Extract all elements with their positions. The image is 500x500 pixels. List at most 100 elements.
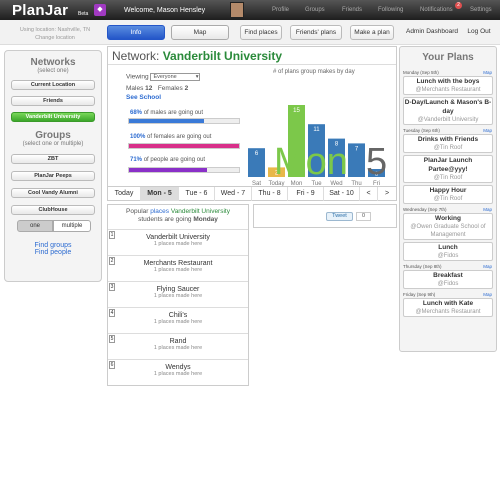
group-zbt[interactable]: ZBT [11,154,95,164]
nav-groups[interactable]: Groups [305,7,325,13]
logout-link[interactable]: Log Out [463,25,495,40]
app-logo[interactable]: PlanJar [12,2,68,19]
place-count: 1 places made here [153,319,203,325]
list-item[interactable]: 5 Rand 1 places made here [108,333,248,359]
nav-friends[interactable]: Friends [342,7,362,13]
plan-day-header: Wednesday (Sep 7th) Map [403,206,492,213]
map-link[interactable]: Map [483,206,492,213]
group-planjar-peeps[interactable]: PlanJar Peeps [11,171,95,181]
viewing-label: Viewing [126,73,149,81]
see-school-link[interactable]: See School [126,94,161,101]
list-item[interactable]: 6 Wendys 1 places made here [108,359,248,385]
popular-header: Popular places Vanderbilt University stu… [126,208,230,223]
day-selector: Today Mon - 5 Tue - 6 Wed - 7 Thu - 8 Fr… [108,186,396,201]
plan-card[interactable]: Lunch with Kate @Merchants Restaurant [403,298,493,317]
day-today[interactable]: Today [108,187,141,201]
your-plans-title: Your Plans [422,52,474,63]
chart-title: # of plans group makes by day [273,69,355,75]
group-clubhouse[interactable]: ClubHouse [11,205,95,215]
day-prev-button[interactable]: < [360,187,378,201]
list-item[interactable]: 1 Vanderbilt University 1 places made here [108,229,248,255]
admin-dashboard-link[interactable]: Admin Dashboard [402,25,462,40]
tweet-button[interactable]: Tweet [326,212,353,221]
plan-card[interactable]: Lunch with the boys @Merchants Restaurant [403,76,493,95]
network-title: Network: Vanderbilt University [112,49,282,63]
friends-plans-button[interactable]: Friends' plans [290,25,342,40]
big-day-label: Mon [274,141,348,183]
nav-settings[interactable]: Settings [470,7,492,13]
popular-places-panel: Popular places Vanderbilt University stu… [107,204,249,386]
stat-females-bar [128,143,240,149]
day-thu[interactable]: Thu - 8 [252,187,288,201]
map-link[interactable]: Map [483,263,492,270]
place-name: Flying Saucer [156,286,200,293]
tab-map[interactable]: Map [171,25,229,40]
day-next-button[interactable]: > [378,187,396,201]
group-cool-vandy-alumni[interactable]: Cool Vandy Alumni [11,188,95,198]
list-item[interactable]: 3 Flying Saucer 1 places made here [108,281,248,307]
gender-counts: Males 12 Females 2 [126,85,188,92]
bar-value-mon: 15 [293,108,300,114]
groups-title: Groups [35,130,71,141]
beta-label: Beta [78,11,89,17]
plan-day-header: Tuesday (Sep 6th) Map [403,127,492,134]
network-title-name: Vanderbilt University [162,49,283,63]
location-info: Using location: Nashville, TN Change loc… [12,26,98,42]
big-date-label: 5 [366,141,388,183]
stat-males-label: 68% of males are going out [130,110,204,116]
map-link[interactable]: Map [483,291,492,298]
stat-people-bar [128,167,240,173]
plan-card[interactable]: Drinks with Friends @Tin Roof [403,134,493,153]
day-fri[interactable]: Fri - 9 [288,187,324,201]
males-label: Males [126,85,144,92]
nav-notifications[interactable]: Notifications [420,7,453,13]
plan-card[interactable]: D-Day/Launch & Mason's B-day @Vanderbilt … [403,97,493,125]
toggle-multiple[interactable]: multiple [53,220,91,232]
viewing-select[interactable]: Everyone [150,73,201,81]
day-wed[interactable]: Wed - 7 [215,187,252,201]
welcome-text: Welcome, Mason Hensley [124,7,206,14]
network-current-location[interactable]: Current Location [11,80,95,90]
place-count: 1 places made here [153,371,203,377]
plan-day-header: Thursday (Sep 8th) Map [403,263,492,270]
plan-card[interactable]: Breakfast @Fidos [403,270,493,289]
notification-badge: 2 [455,2,462,9]
find-groups-link[interactable]: Find groups [5,242,101,249]
network-vanderbilt[interactable]: Vanderbilt University [11,112,95,122]
make-plan-button[interactable]: Make a plan [350,25,394,40]
plan-card[interactable]: PlanJar Launch Partee@yyy! @Tin Roof [403,155,493,183]
tab-info[interactable]: Info [107,25,165,40]
plan-card[interactable]: Working @Owen Graduate School of Manageme… [403,213,493,240]
day-mon[interactable]: Mon - 5 [141,187,179,201]
sidebar: Networks (select one) Current Location F… [4,50,102,282]
tweet-count: 0 [356,212,371,221]
plan-card[interactable]: Happy Hour @Tin Roof [403,185,493,204]
select-toggle: one multiple [17,220,91,232]
change-location-link[interactable]: Change location [12,34,98,42]
bar-value-tue: 11 [313,127,320,133]
map-link[interactable]: Map [483,127,492,134]
find-people-link[interactable]: Find people [5,249,101,256]
networks-title: Networks [30,57,76,68]
nav-profile[interactable]: Profile [272,7,289,13]
network-friends[interactable]: Friends [11,96,95,106]
map-link[interactable]: Map [483,69,492,76]
stat-females-fill [129,144,239,148]
stat-males-fill [129,119,204,123]
place-count: 1 places made here [153,241,203,247]
list-item[interactable]: 4 Chili's 1 places made here [108,307,248,333]
sub-bar: Using location: Nashville, TN Change loc… [0,20,500,45]
males-value: 12 [145,85,153,92]
find-places-button[interactable]: Find places [240,25,282,40]
your-plans-panel: Your Plans Monday (Sep 5th) Map Lunch wit… [399,46,497,352]
list-item[interactable]: 2 Merchants Restaurant 1 places made here [108,255,248,281]
plan-day-header: Friday (Sep 9th) Map [403,291,492,298]
avatar[interactable] [230,2,244,18]
rank-number: 5 [109,335,115,343]
toggle-one[interactable]: one [17,220,53,232]
day-sat[interactable]: Sat - 10 [324,187,360,201]
plan-card[interactable]: Lunch @Fidos [403,242,493,261]
nav-following[interactable]: Following [378,7,403,13]
top-bar: PlanJar Beta ◆ Welcome, Mason Hensley Pr… [0,0,500,20]
day-tue[interactable]: Tue - 6 [179,187,215,201]
